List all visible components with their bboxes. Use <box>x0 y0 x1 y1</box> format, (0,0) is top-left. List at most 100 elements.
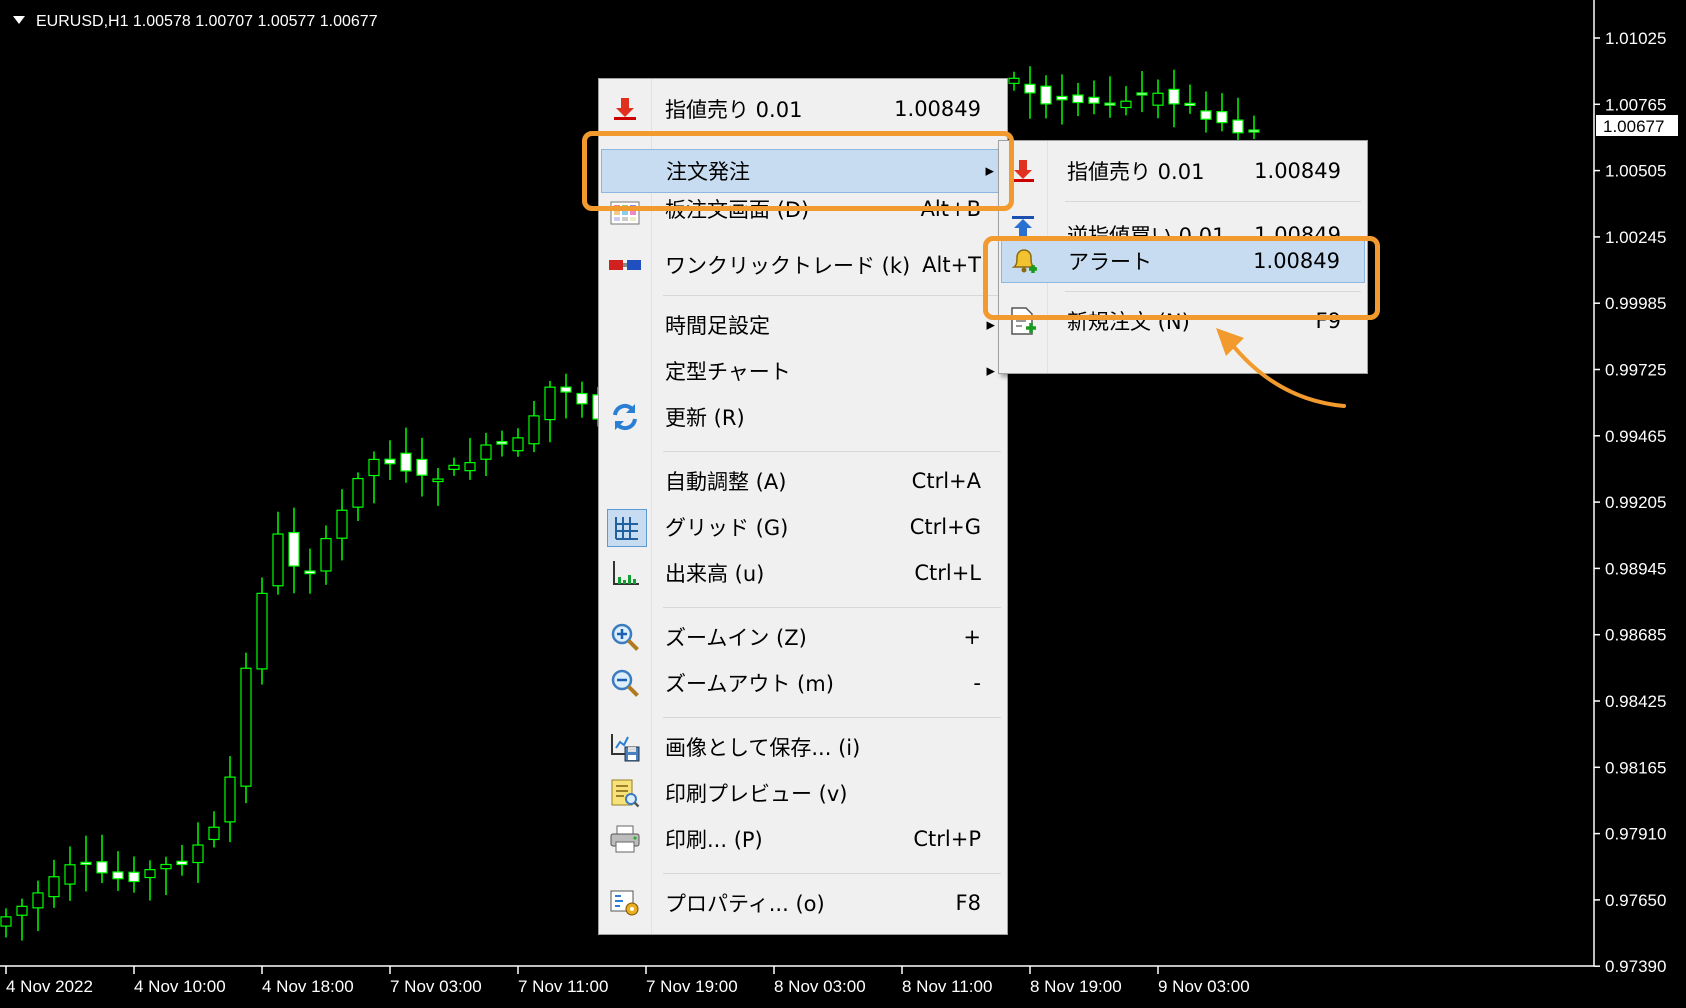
time-label: 7 Nov 03:00 <box>390 977 482 996</box>
arrow-up-icon <box>1007 213 1039 241</box>
time-label: 8 Nov 03:00 <box>774 977 866 996</box>
price-label: 1.01025 <box>1605 29 1666 48</box>
submenu-item-alert[interactable]: アラート 1.00849 <box>1001 239 1365 283</box>
submenu-arrow-icon: ▶ <box>986 364 995 378</box>
candle-body <box>336 509 348 539</box>
candle-body <box>272 533 284 587</box>
candle-body <box>432 478 444 483</box>
menu-item-timeframe[interactable]: 時間足設定 ▶ <box>601 303 1005 347</box>
price-label: 0.99465 <box>1605 427 1666 446</box>
time-label: 4 Nov 2022 <box>6 977 93 996</box>
menu-item-label: 自動調整 (A) <box>665 470 787 494</box>
price-label: 0.98685 <box>1605 626 1666 645</box>
candle-body <box>1040 85 1052 105</box>
candle-body <box>528 415 540 445</box>
menu-item-label: 板注文画面 (D) <box>665 197 810 222</box>
price-label: 1.00505 <box>1605 162 1666 181</box>
symbol-dropdown-icon[interactable] <box>13 16 25 24</box>
submenu-arrow-icon: ▶ <box>985 164 994 178</box>
menu-item-label: 印刷プレビュー (v) <box>665 782 848 806</box>
candle-body <box>544 386 556 421</box>
menu-item-zoom-in[interactable]: ズームイン (Z) + <box>601 615 1005 659</box>
candle-body <box>144 869 156 879</box>
current-price-label: 1.00677 <box>1603 117 1664 136</box>
menu-item-save-image[interactable]: 画像として保存... (i) <box>601 725 1005 769</box>
candle-body <box>160 863 172 870</box>
menu-separator <box>663 607 1001 608</box>
menu-item-label: 指値売り 0.01 <box>665 98 803 122</box>
candle-body <box>560 386 572 393</box>
candle-body <box>96 861 108 874</box>
price-label: 0.98425 <box>1605 692 1666 711</box>
candle-body <box>320 537 332 572</box>
price-label: 0.97390 <box>1605 957 1666 976</box>
menu-item-shortcut: 1.00849 <box>1254 159 1341 183</box>
candle-body <box>0 916 12 927</box>
pointer-arrow-icon <box>1216 328 1346 408</box>
candle-body <box>496 441 508 445</box>
menu-item-zoom-out[interactable]: ズームアウト (m) - <box>601 661 1005 705</box>
candle-body <box>64 864 76 885</box>
menu-item-refresh[interactable]: 更新 (R) <box>601 395 1005 439</box>
menu-separator <box>663 873 1001 874</box>
price-label: 1.00245 <box>1605 228 1666 247</box>
candle-body <box>32 892 44 909</box>
menu-separator <box>663 295 1001 296</box>
candle-body <box>576 392 588 405</box>
arrow-down-icon <box>609 95 641 123</box>
menu-item-shortcut: Alt+B <box>920 197 981 221</box>
menu-item-label: 逆指値買い 0.01 <box>1067 224 1226 241</box>
candle-body <box>1072 94 1084 104</box>
menu-item-template-chart[interactable]: 定型チャート ▶ <box>601 349 1005 393</box>
arrow-down-icon <box>1007 157 1039 185</box>
candle-body <box>400 452 412 472</box>
candle-body <box>512 437 524 452</box>
menu-item-shortcut: 1.00849 <box>1253 249 1340 273</box>
submenu-arrow-icon: ▶ <box>986 318 995 332</box>
menu-item-properties[interactable]: プロパティ... (o) F8 <box>601 881 1005 925</box>
candle-body <box>240 667 252 787</box>
menu-item-shortcut: Ctrl+G <box>909 515 981 539</box>
menu-item-label: プロパティ... (o) <box>665 892 825 916</box>
candle-body <box>16 905 28 916</box>
menu-item-board-order[interactable]: 板注文画面 (D) Alt+B <box>601 197 1005 231</box>
candle-body <box>1200 110 1212 120</box>
volume-icon <box>609 559 641 587</box>
menu-item-shortcut: Ctrl+L <box>914 561 981 585</box>
submenu-item-sell-limit[interactable]: 指値売り 0.01 1.00849 <box>1001 149 1365 193</box>
menu-item-sell-limit[interactable]: 指値売り 0.01 1.00849 <box>601 87 1005 131</box>
menu-item-grid[interactable]: グリッド (G) Ctrl+G <box>601 505 1005 549</box>
menu-item-label: グリッド (G) <box>665 516 789 540</box>
candle-body <box>304 570 316 575</box>
candle-body <box>48 876 60 898</box>
time-label: 8 Nov 19:00 <box>1030 977 1122 996</box>
menu-item-print[interactable]: 印刷... (P) Ctrl+P <box>601 817 1005 861</box>
menu-item-print-preview[interactable]: 印刷プレビュー (v) <box>601 771 1005 815</box>
save-image-icon <box>609 733 641 762</box>
symbol-info: EURUSD,H1 1.00578 1.00707 1.00577 1.0067… <box>36 13 378 30</box>
price-label: 1.00765 <box>1605 95 1666 114</box>
submenu-item-buy-stop[interactable]: 逆指値買い 0.01 1.00849 <box>1001 211 1365 241</box>
candle-body <box>176 860 188 866</box>
menu-separator <box>663 717 1001 718</box>
menu-item-auto-scroll[interactable]: 自動調整 (A) Ctrl+A <box>601 459 1005 503</box>
candle-body <box>1248 129 1260 133</box>
menu-item-shortcut: 1.00849 <box>894 97 981 121</box>
menu-item-label: ワンクリックトレード (k) <box>665 254 911 278</box>
menu-item-order-placement[interactable]: 注文発注 ▶ <box>601 149 1005 193</box>
candle-body <box>256 592 268 670</box>
candle-body <box>416 458 428 476</box>
candle-body <box>1024 83 1036 94</box>
menu-item-label: アラート <box>1068 250 1152 274</box>
grid-icon <box>607 509 647 547</box>
candle-body <box>448 464 460 470</box>
menu-item-shortcut: + <box>963 625 981 649</box>
candle-body <box>208 826 220 841</box>
price-label: 0.99985 <box>1605 294 1666 313</box>
menu-item-one-click-trade[interactable]: ワンクリックトレード (k) Alt+T <box>601 243 1005 287</box>
menu-item-label: 定型チャート <box>665 360 791 384</box>
menu-item-volume[interactable]: 出来高 (u) Ctrl+L <box>601 551 1005 595</box>
zoom-out-icon <box>609 669 641 697</box>
properties-icon <box>609 889 641 917</box>
candle-body <box>1152 92 1164 106</box>
